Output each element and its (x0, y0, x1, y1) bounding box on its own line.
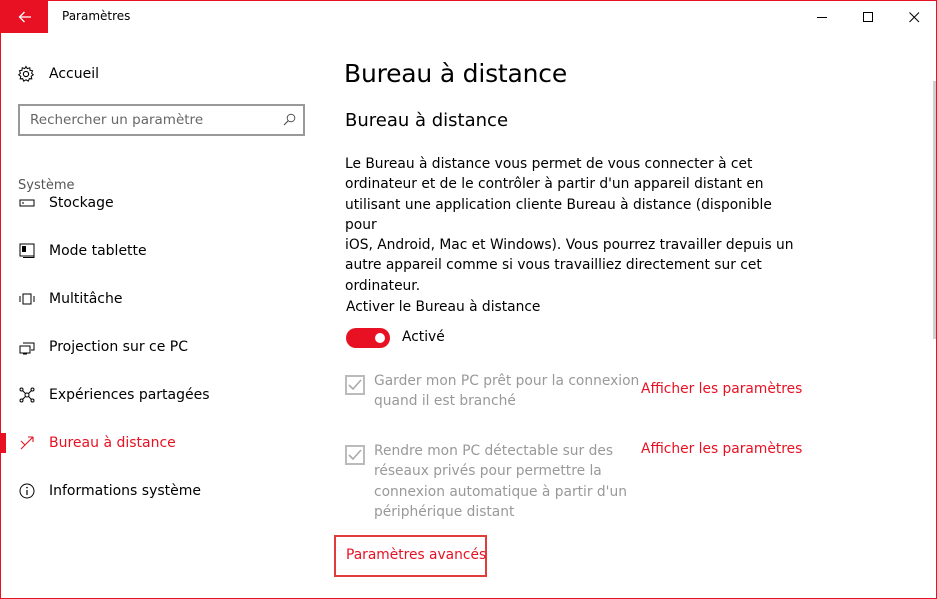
window-title: Paramètres (62, 9, 131, 23)
sidebar-item-storage[interactable]: Stockage (1, 193, 331, 223)
info-icon (18, 482, 36, 500)
description-line: ordinateur et de le contrôler à partir d… (345, 176, 764, 193)
back-arrow-icon (18, 11, 31, 23)
shared-experiences-icon (18, 386, 36, 404)
sidebar-item-label: Stockage (49, 195, 114, 211)
toggle-label: Activer le Bureau à distance (346, 299, 541, 315)
option-line: périphérique distant (374, 503, 515, 520)
back-button[interactable] (1, 1, 48, 33)
description-line: utilisant une application cliente Bureau… (345, 196, 772, 233)
option-text: Rendre mon PC détectable sur des réseaux… (374, 441, 644, 522)
option-line: Garder mon PC prêt pour la connexion (374, 373, 640, 389)
search-input[interactable]: Rechercher un paramètre (18, 104, 305, 136)
option-line: connexion automatique à partir d'un (374, 483, 627, 500)
option-line: réseaux privés pour permettre la (374, 463, 602, 480)
tablet-mode-icon (18, 242, 36, 260)
description-line: iOS, Android, Mac et Windows). Vous pour… (345, 237, 794, 254)
sidebar-item-projection[interactable]: Projection sur ce PC (1, 327, 331, 367)
home-nav-item[interactable]: Accueil (17, 61, 99, 87)
description-line: autre appareil comme si vous travailliez… (345, 257, 762, 274)
close-icon (908, 11, 919, 22)
option-line: quand il est branché (374, 393, 516, 410)
discoverable-checkbox[interactable] (345, 445, 365, 465)
sidebar-item-label: Informations système (49, 483, 202, 499)
toggle-state: Activé (402, 329, 445, 345)
search-icon[interactable] (283, 113, 296, 126)
sidebar-section-title: Système (18, 178, 75, 193)
active-indicator (1, 433, 6, 453)
sidebar-nav: Stockage Mode tablette Multitâche Projec… (1, 193, 331, 533)
close-button[interactable] (891, 1, 936, 33)
option-line: Rendre mon PC détectable sur des (374, 443, 614, 459)
scrollbar[interactable] (933, 81, 936, 339)
home-label: Accueil (49, 66, 99, 82)
remote-desktop-icon (18, 434, 36, 452)
sidebar-item-label: Bureau à distance (49, 435, 176, 451)
show-settings-link[interactable]: Afficher les paramètres (641, 441, 802, 457)
projection-icon (18, 338, 36, 356)
option-text: Garder mon PC prêt pour la connexion qua… (374, 371, 644, 412)
show-settings-link[interactable]: Afficher les paramètres (641, 381, 802, 397)
maximize-icon (862, 11, 873, 22)
multitasking-icon (18, 290, 36, 308)
sidebar-item-label: Mode tablette (49, 243, 147, 259)
sidebar-item-remote-desktop[interactable]: Bureau à distance (1, 423, 331, 463)
sidebar-item-shared-experiences[interactable]: Expériences partagées (1, 375, 331, 415)
storage-icon (18, 194, 36, 212)
sidebar-item-label: Multitâche (49, 291, 123, 307)
description: Le Bureau à distance vous permet de vous… (345, 154, 795, 296)
section-title: Bureau à distance (345, 110, 509, 131)
main-content: Bureau à distance Bureau à distance Le B… (331, 33, 921, 598)
toggle-knob (375, 333, 385, 343)
minimize-icon (816, 16, 827, 18)
sidebar-item-system-info[interactable]: Informations système (1, 471, 331, 511)
keep-awake-checkbox[interactable] (345, 375, 365, 395)
maximize-button[interactable] (845, 1, 891, 33)
minimize-button[interactable] (799, 1, 845, 33)
title-bar: Paramètres (1, 1, 936, 33)
sidebar-item-tablet-mode[interactable]: Mode tablette (1, 231, 331, 271)
sidebar-item-multitasking[interactable]: Multitâche (1, 279, 331, 319)
gear-icon (17, 65, 35, 82)
settings-window: Paramètres Accueil Rechercher un paramèt… (0, 0, 937, 599)
checkmark-icon (348, 449, 362, 461)
sidebar: Accueil Rechercher un paramètre Système … (1, 33, 331, 598)
description-line: Le Bureau à distance vous permet de vous… (345, 156, 753, 172)
remote-desktop-toggle[interactable] (346, 328, 390, 348)
advanced-settings-link[interactable]: Paramètres avancés (346, 547, 486, 563)
search-placeholder: Rechercher un paramètre (30, 112, 204, 128)
sidebar-item-label: Projection sur ce PC (49, 339, 189, 355)
checkmark-icon (348, 379, 362, 391)
page-title: Bureau à distance (344, 59, 568, 88)
sidebar-item-label: Expériences partagées (49, 387, 210, 403)
description-line: ordinateur. (345, 277, 421, 294)
